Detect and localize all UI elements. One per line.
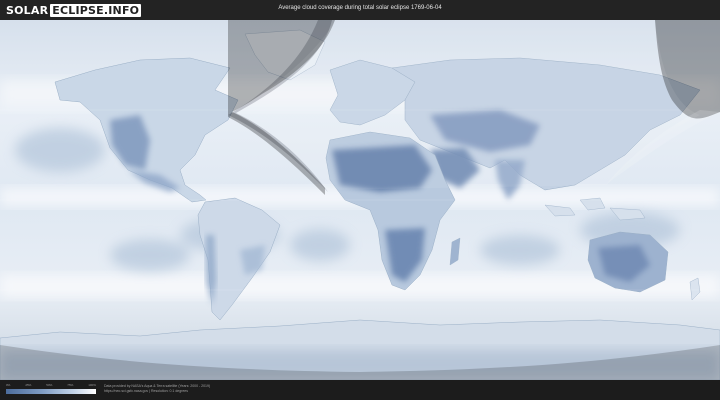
data-credits: Data provided by NASA's Aqua & Terra sat… (104, 384, 210, 394)
site-logo[interactable]: SOLAR ECLIPSE.INFO (6, 3, 142, 17)
page-title: Average cloud coverage during total sola… (278, 5, 442, 11)
cloud-coverage-legend-bar (6, 389, 96, 394)
legend-tick-row: 0% 25% 50% 75% 100% (6, 383, 96, 388)
legend-tick: 50% (46, 383, 53, 387)
cloud-coverage-map (0, 20, 720, 380)
legend-tick: 0% (6, 383, 11, 387)
logo-text-solar: SOLAR (6, 3, 49, 17)
legend-tick: 75% (67, 383, 74, 387)
logo-text-eclipse-info: ECLIPSE.INFO (50, 3, 142, 17)
footer-bar: 0% 25% 50% 75% 100% Data provided by NAS… (0, 380, 720, 400)
credit-line-url: https://neo.sci.gsfc.nasa.gov | Resoluti… (104, 389, 188, 393)
top-bar: SOLAR ECLIPSE.INFO Average cloud coverag… (0, 0, 720, 20)
legend-tick: 100% (88, 383, 96, 387)
legend-tick: 25% (25, 383, 32, 387)
